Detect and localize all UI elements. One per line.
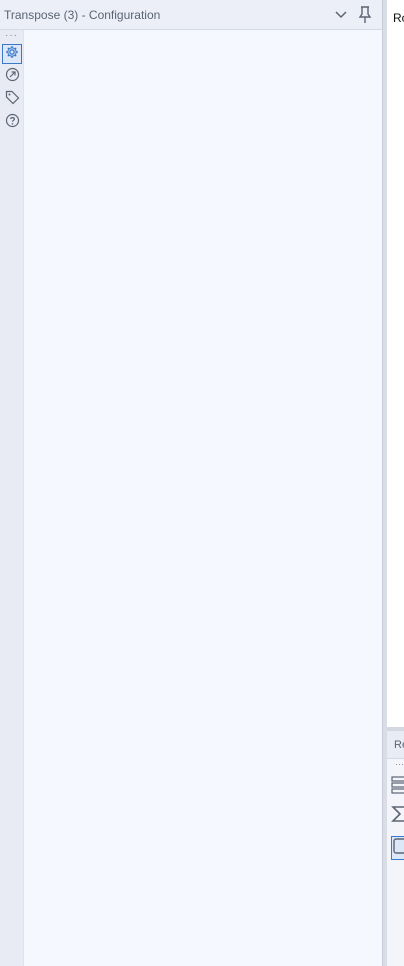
app-window: Transpose (3) - Configuration ··· R R ··…: [0, 0, 404, 966]
workflow-canvas[interactable]: Ro: [387, 0, 404, 727]
configuration-content: [24, 30, 382, 966]
canvas-label: Ro: [393, 11, 404, 25]
results-title: Re: [394, 739, 404, 751]
configuration-panel-header: Transpose (3) - Configuration: [0, 0, 382, 30]
results-grip-icon[interactable]: ···: [395, 760, 404, 769]
configuration-tab-button[interactable]: [2, 44, 22, 64]
tag-icon: [5, 90, 20, 110]
output-arrow-icon: [5, 67, 20, 87]
results-panel: Re ···: [387, 731, 404, 966]
rows-icon: [391, 775, 404, 799]
cell-view-button[interactable]: [391, 836, 404, 860]
panel-title: Transpose (3) - Configuration: [4, 8, 161, 22]
icon-rail: ···: [0, 30, 24, 966]
question-icon: [5, 113, 20, 133]
help-tab-button[interactable]: [2, 113, 22, 133]
results-icon-rail: ···: [387, 759, 404, 966]
chevron-down-icon[interactable]: [331, 5, 351, 25]
gear-icon: [5, 45, 19, 64]
sigma-icon: [391, 805, 404, 828]
summary-button[interactable]: [391, 804, 404, 828]
output-tab-button[interactable]: [2, 67, 22, 87]
pin-icon[interactable]: [355, 5, 375, 25]
square-icon: [392, 837, 404, 860]
annotation-tab-button[interactable]: [2, 90, 22, 110]
results-panel-header: Re: [387, 731, 404, 759]
rail-grip-icon[interactable]: ···: [5, 31, 18, 41]
configuration-panel: Transpose (3) - Configuration ···: [0, 0, 382, 966]
table-view-button[interactable]: [391, 775, 404, 799]
